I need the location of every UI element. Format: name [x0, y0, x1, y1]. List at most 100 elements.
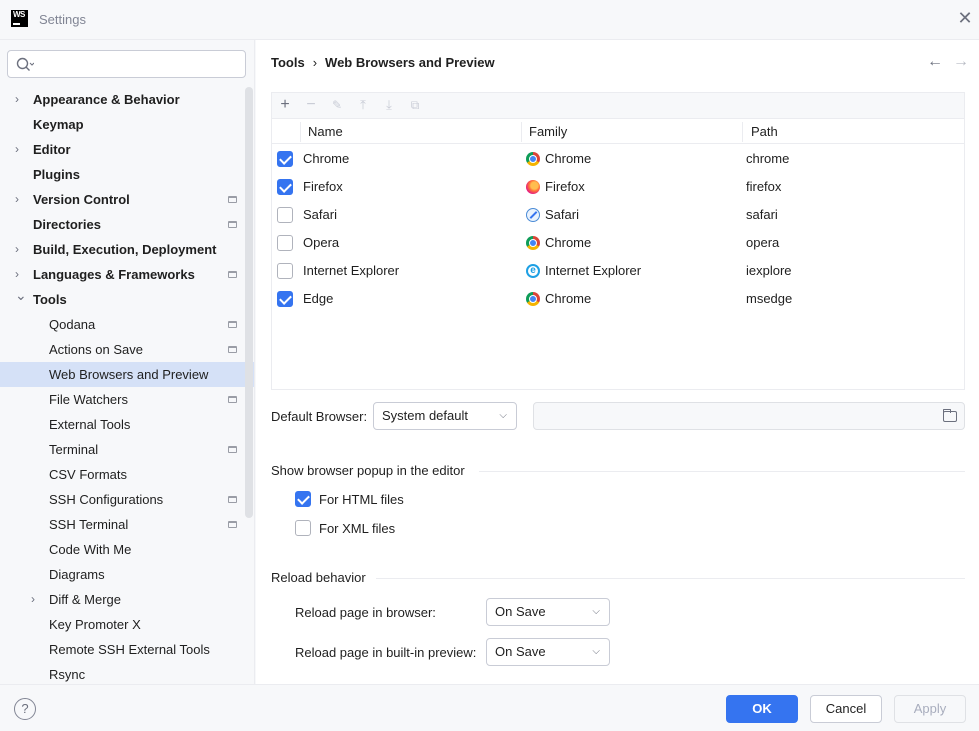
browser-family[interactable]: Chrome — [545, 285, 591, 313]
xml-files-checkbox[interactable] — [295, 520, 311, 536]
reload-preview-value: On Save — [495, 644, 546, 659]
sidebar-item-version-control[interactable]: › Version Control — [0, 187, 243, 212]
search-input[interactable] — [7, 50, 246, 78]
breadcrumb-parent[interactable]: Tools — [271, 55, 305, 70]
browser-path[interactable]: safari — [746, 201, 778, 229]
add-icon[interactable]: + — [276, 96, 294, 114]
help-icon[interactable]: ? — [14, 698, 36, 720]
chevron-right-icon[interactable]: › — [15, 187, 25, 212]
sidebar-item-label: Qodana — [49, 317, 96, 332]
default-browser-value: System default — [382, 408, 468, 423]
sidebar-item-label: Diagrams — [49, 567, 105, 582]
move-down-icon[interactable]: ⤓ — [380, 96, 398, 114]
project-level-icon — [228, 321, 237, 328]
browser-family[interactable]: Firefox — [545, 173, 585, 201]
browser-enabled-checkbox[interactable] — [277, 151, 293, 167]
table-row[interactable]: Safari Safari safari — [272, 201, 964, 229]
default-browser-select[interactable]: System default ⌵ — [373, 402, 517, 430]
sidebar-item-keymap[interactable]: Keymap — [0, 112, 243, 137]
sidebar-scrollbar[interactable] — [245, 87, 253, 518]
sidebar-item-csv-formats[interactable]: CSV Formats — [0, 462, 243, 487]
apply-button[interactable]: Apply — [894, 695, 966, 723]
sidebar-item-languages-frameworks[interactable]: › Languages & Frameworks — [0, 262, 243, 287]
reload-browser-select[interactable]: On Save ⌵ — [486, 598, 610, 626]
folder-icon[interactable] — [943, 409, 957, 422]
browser-family[interactable]: Chrome — [545, 229, 591, 257]
browser-enabled-checkbox[interactable] — [277, 207, 293, 223]
browser-enabled-checkbox[interactable] — [277, 235, 293, 251]
xml-files-label[interactable]: For XML files — [319, 521, 395, 536]
sidebar-item-key-promoter-x[interactable]: Key Promoter X — [0, 612, 243, 637]
sidebar-item-actions-on-save[interactable]: Actions on Save — [0, 337, 243, 362]
sidebar-item-external-tools[interactable]: External Tools — [0, 412, 243, 437]
chevron-right-icon[interactable]: › — [31, 587, 41, 612]
browser-enabled-checkbox[interactable] — [277, 179, 293, 195]
table-row[interactable]: Firefox Firefox firefox — [272, 173, 964, 201]
sidebar-item-terminal[interactable]: Terminal — [0, 437, 243, 462]
sidebar-item-file-watchers[interactable]: File Watchers — [0, 387, 243, 412]
sidebar-item-tools[interactable]: ⌄ Tools — [0, 287, 243, 312]
sidebar-item-web-browsers-and-preview[interactable]: Web Browsers and Preview — [0, 362, 254, 387]
breadcrumb-current: Web Browsers and Preview — [325, 55, 495, 70]
browser-path[interactable]: iexplore — [746, 257, 792, 285]
browser-family[interactable]: Internet Explorer — [545, 257, 641, 285]
chevron-down-icon[interactable]: ⌄ — [15, 283, 27, 308]
ok-button[interactable]: OK — [726, 695, 798, 723]
chevron-right-icon[interactable]: › — [15, 137, 25, 162]
browser-family[interactable]: Safari — [545, 201, 579, 229]
column-family[interactable]: Family — [529, 120, 567, 144]
reload-preview-select[interactable]: On Save ⌵ — [486, 638, 610, 666]
table-row[interactable]: Internet Explorer e Internet Explorer iexpl… — [272, 257, 964, 285]
browser-enabled-checkbox[interactable] — [277, 263, 293, 279]
back-arrow-icon[interactable]: ← — [927, 53, 943, 71]
copy-icon[interactable]: ⧉ — [406, 96, 424, 114]
popup-section-title: Show browser popup in the editor — [271, 463, 465, 478]
sidebar-item-qodana[interactable]: Qodana — [0, 312, 243, 337]
table-row[interactable]: Opera Chrome opera — [272, 229, 964, 257]
edit-pencil-icon[interactable]: ✎ — [328, 96, 346, 114]
browser-name: Chrome — [303, 151, 350, 166]
sidebar-item-editor[interactable]: › Editor — [0, 137, 243, 162]
cancel-button[interactable]: Cancel — [810, 695, 882, 723]
firefox-icon — [526, 180, 540, 194]
sidebar-item-build-execution-deployment[interactable]: › Build, Execution, Deployment — [0, 237, 243, 262]
section-divider — [376, 578, 965, 579]
browser-path[interactable]: opera — [746, 229, 779, 257]
browsers-table-panel: + − ✎ ⤒ ⤓ ⧉ Name Family Path Chrome Chrom… — [271, 92, 965, 390]
remove-icon[interactable]: − — [302, 96, 320, 114]
column-path[interactable]: Path — [751, 120, 778, 144]
browser-path[interactable]: chrome — [746, 145, 789, 173]
table-row[interactable]: Edge Chrome msedge — [272, 285, 964, 313]
html-files-checkbox[interactable] — [295, 491, 311, 507]
browser-path[interactable]: msedge — [746, 285, 792, 313]
sidebar-item-label: Appearance & Behavior — [33, 92, 180, 107]
sidebar-item-directories[interactable]: Directories — [0, 212, 243, 237]
forward-arrow-icon[interactable]: → — [953, 53, 969, 71]
sidebar-item-ssh-configurations[interactable]: SSH Configurations — [0, 487, 243, 512]
sidebar-item-appearance-behavior[interactable]: › Appearance & Behavior — [0, 87, 243, 112]
browser-name: Edge — [303, 291, 334, 306]
sidebar-item-ssh-terminal[interactable]: SSH Terminal — [0, 512, 243, 537]
browser-path-field[interactable] — [533, 402, 965, 430]
browser-name: Safari — [303, 207, 337, 222]
sidebar-item-code-with-me[interactable]: Code With Me — [0, 537, 243, 562]
table-row[interactable]: Chrome Chrome chrome — [272, 145, 964, 173]
html-files-label[interactable]: For HTML files — [319, 492, 404, 507]
project-level-icon — [228, 396, 237, 403]
chevron-right-icon[interactable]: › — [15, 87, 25, 112]
section-divider — [479, 471, 965, 472]
browser-path[interactable]: firefox — [746, 173, 781, 201]
sidebar-item-plugins[interactable]: Plugins — [0, 162, 243, 187]
sidebar-item-remote-ssh-external-tools[interactable]: Remote SSH External Tools — [0, 637, 243, 662]
sidebar-item-diff-merge[interactable]: › Diff & Merge — [0, 587, 243, 612]
sidebar-item-diagrams[interactable]: Diagrams — [0, 562, 243, 587]
browser-enabled-checkbox[interactable] — [277, 291, 293, 307]
close-icon[interactable]: ✕ — [955, 8, 975, 28]
sidebar-item-label: External Tools — [49, 417, 131, 432]
chrome-icon — [526, 236, 540, 250]
table-toolbar: + − ✎ ⤒ ⤓ ⧉ — [272, 93, 964, 119]
column-name[interactable]: Name — [308, 120, 343, 144]
browser-family[interactable]: Chrome — [545, 145, 591, 173]
move-up-icon[interactable]: ⤒ — [354, 96, 372, 114]
chevron-right-icon[interactable]: › — [15, 237, 25, 262]
